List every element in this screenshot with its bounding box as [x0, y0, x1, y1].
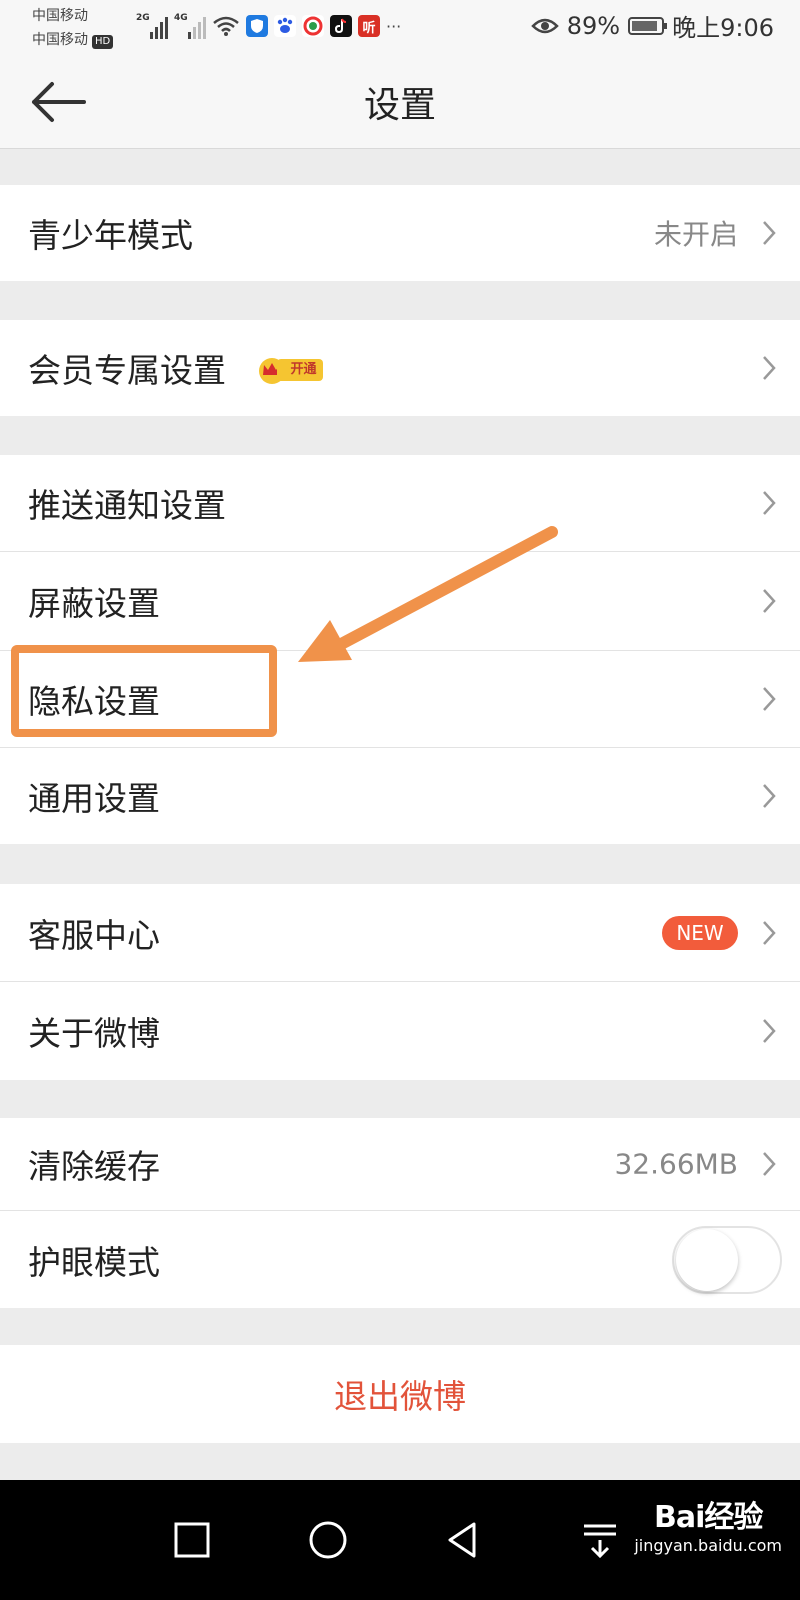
chevron-right-icon: [763, 221, 776, 245]
baidu-watermark: Bai经验 jingyan.baidu.com: [634, 1492, 782, 1555]
row-label: 客服中心: [28, 915, 160, 955]
shield-app-icon: [246, 15, 268, 37]
carrier-2: 中国移动 HD: [32, 29, 114, 49]
settings-row-youth-mode[interactable]: 青少年模式 未开启: [0, 185, 800, 281]
row-label: 护眼模式: [28, 1242, 160, 1282]
row-label: 推送通知设置: [28, 486, 226, 525]
hd-badge: HD: [92, 35, 114, 49]
notification-down-icon[interactable]: [576, 1516, 624, 1564]
app-header: 设置: [0, 52, 800, 149]
chevron-right-icon: [763, 491, 776, 515]
system-nav-bar: Bai经验 jingyan.baidu.com: [0, 1480, 800, 1600]
logout-button[interactable]: 退出微博: [0, 1345, 800, 1443]
chevron-right-icon: [763, 687, 776, 711]
recents-square-icon[interactable]: [168, 1516, 216, 1564]
row-label: 青少年模式: [28, 216, 193, 255]
settings-row-about[interactable]: 关于微博: [0, 982, 800, 1080]
carrier-1: 中国移动: [32, 8, 88, 24]
eye-mode-toggle[interactable]: [672, 1225, 782, 1294]
vip-open-label: 开通: [276, 358, 323, 381]
vip-badge[interactable]: 开通: [255, 355, 323, 385]
more-notifications-icon: ···: [386, 16, 402, 36]
status-icons: 2G 4G 听 ···: [136, 10, 401, 42]
settings-row-clear-cache[interactable]: 清除缓存 32.66MB: [0, 1118, 800, 1210]
ting-app-icon: 听: [358, 15, 380, 37]
chevron-right-icon: [763, 589, 776, 613]
back-triangle-icon[interactable]: [440, 1516, 488, 1564]
row-value: 未开启: [653, 218, 738, 251]
settings-row-support[interactable]: 客服中心 NEW: [0, 884, 800, 981]
logout-label: 退出微博: [334, 1377, 466, 1416]
chevron-right-icon: [763, 1019, 776, 1043]
chevron-right-icon: [763, 920, 776, 945]
row-label: 关于微博: [28, 1014, 160, 1053]
battery-fill: [632, 20, 657, 31]
status-bar: 中国移动 中国移动 HD 2G 4G 听 ··· 89% 晚上9:06: [0, 0, 800, 52]
row-label-wrap: 会员专属设置 开通: [28, 344, 323, 392]
chevron-right-icon: [763, 784, 776, 808]
camera-app-icon: [302, 15, 324, 37]
wifi-icon: [213, 16, 239, 36]
watermark-title: Bai经验: [653, 1500, 763, 1535]
clock: 晚上9:06: [672, 14, 774, 42]
annotation-arrow-icon: [298, 526, 558, 662]
toggle-knob: [676, 1228, 738, 1291]
row-label: 通用设置: [28, 779, 160, 818]
settings-row-general[interactable]: 通用设置: [0, 748, 800, 844]
home-circle-icon[interactable]: [304, 1516, 352, 1564]
status-right: 89% 晚上9:06: [530, 8, 774, 43]
watermark-url: jingyan.baidu.com: [634, 1536, 782, 1555]
cache-size: 32.66MB: [614, 1147, 738, 1181]
eye-comfort-icon: [530, 18, 559, 33]
signal-icon-1: 2G: [136, 13, 168, 39]
chevron-right-icon: [763, 356, 776, 380]
battery-icon: [628, 16, 668, 35]
settings-row-eye-mode: 护眼模式: [0, 1211, 800, 1308]
settings-row-vip[interactable]: 会员专属设置 开通: [0, 320, 800, 416]
row-label: 清除缓存: [28, 1147, 160, 1186]
page-title: 设置: [363, 85, 436, 126]
chevron-right-icon: [763, 1152, 776, 1176]
new-badge: NEW: [662, 915, 738, 950]
highlight-box: [11, 645, 277, 737]
tiktok-app-icon: [330, 15, 352, 37]
paw-app-icon: [274, 15, 296, 37]
row-label: 屏蔽设置: [28, 584, 160, 623]
battery-percent: 89%: [566, 11, 621, 40]
row-label: 会员专属设置: [28, 351, 226, 390]
signal-icon-2: 4G: [174, 13, 206, 39]
